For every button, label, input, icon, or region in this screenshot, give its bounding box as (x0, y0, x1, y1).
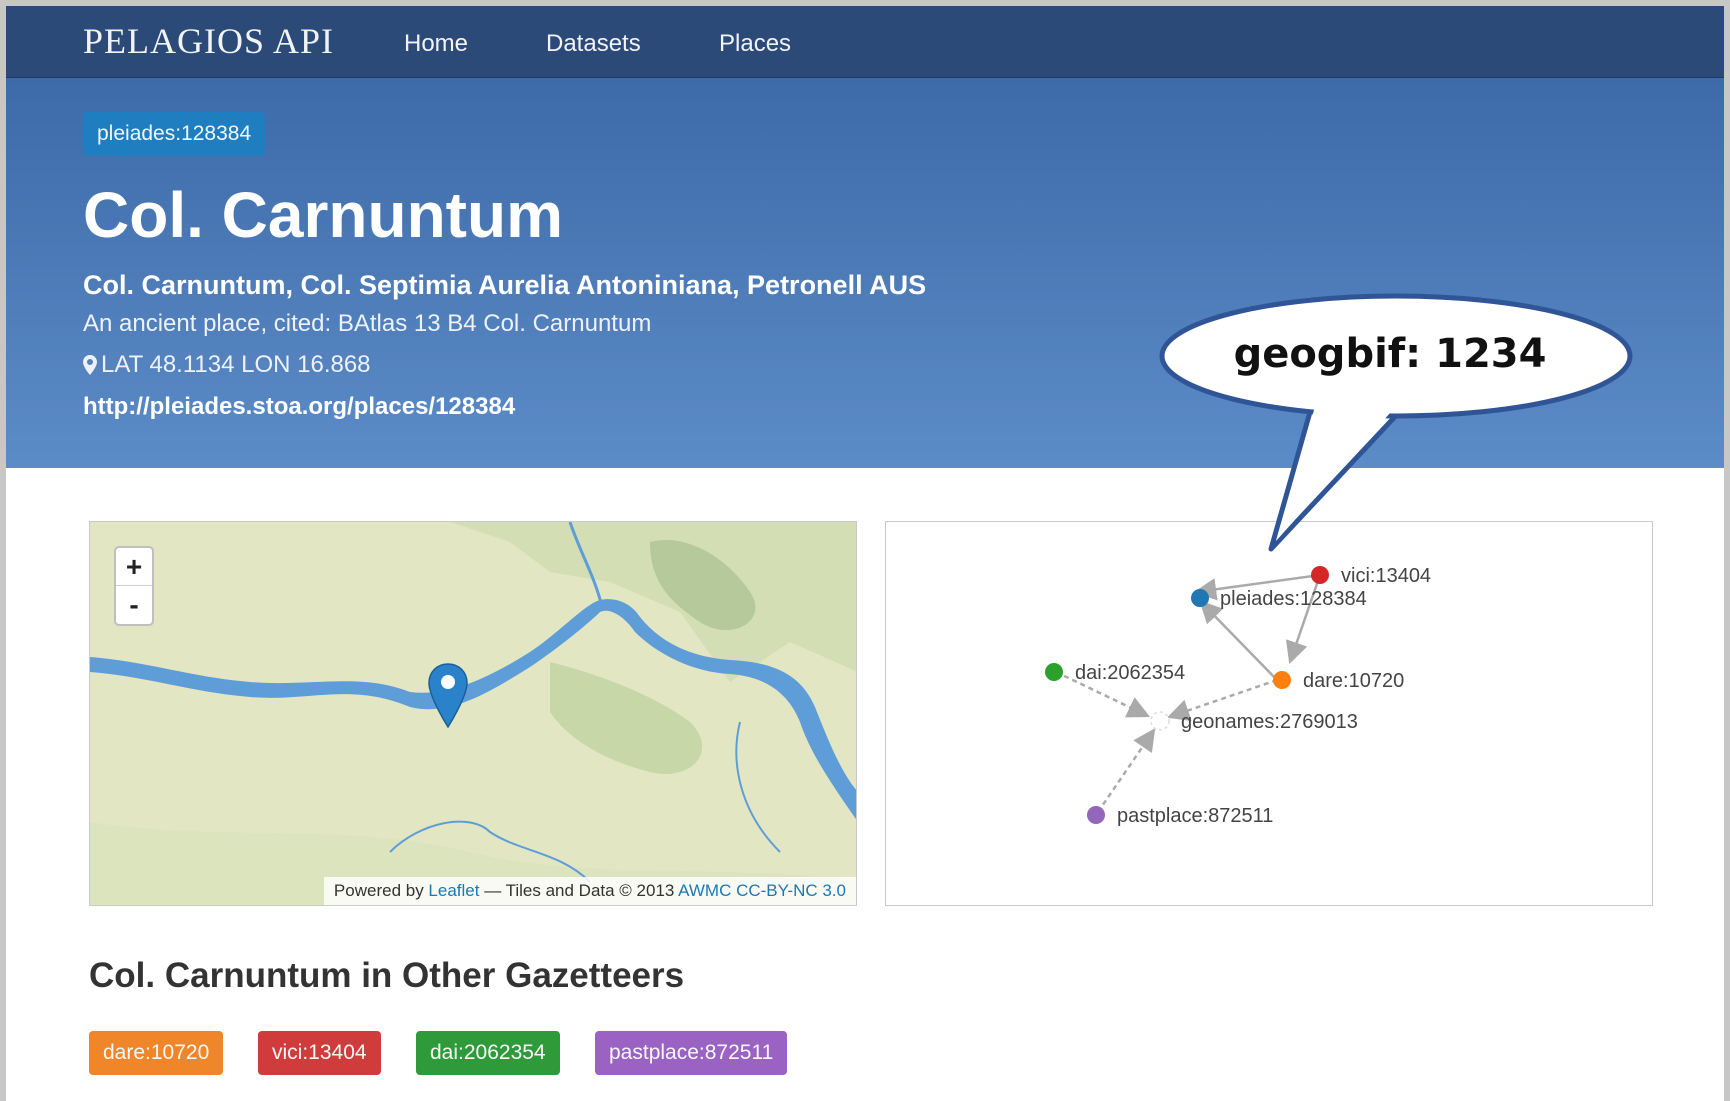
zoom-in-button[interactable]: + (116, 548, 152, 586)
gazetteers-heading: Col. Carnuntum in Other Gazetteers (89, 956, 685, 995)
graph-node-pleiades[interactable] (1191, 589, 1209, 607)
map-attribution: Powered by Leaflet — Tiles and Data © 20… (323, 877, 856, 905)
alternative-names: Col. Carnuntum, Col. Septimia Aurelia An… (83, 270, 927, 300)
attribution-prefix: Powered by (333, 881, 429, 900)
edge-dare-pleiades (1199, 600, 1278, 681)
graph-node-label: pastplace:872511 (1117, 805, 1273, 827)
nav-datasets[interactable]: Datasets (546, 30, 641, 58)
graph-node-dai[interactable] (1045, 663, 1063, 681)
gazetteer-tag-vici[interactable]: vici:13404 (258, 1031, 381, 1075)
leaflet-link[interactable]: Leaflet (428, 881, 479, 900)
navbar: PELAGIOS API Home Datasets Places (6, 6, 1724, 78)
graph-node-label: dare:10720 (1303, 670, 1404, 692)
place-id-badge[interactable]: pleiades:128384 (83, 112, 266, 156)
map-panel[interactable]: + - Powered by Leaflet — Tiles and Data … (89, 521, 857, 906)
place-description: An ancient place, cited: BAtlas 13 B4 Co… (83, 310, 652, 337)
map-tiles (90, 522, 856, 905)
edge-pastplace-geonames (1096, 728, 1156, 813)
map-pin-icon (83, 355, 97, 375)
coordinates: LAT 48.1134 LON 16.868 (83, 351, 371, 379)
zoom-out-button[interactable]: - (116, 586, 152, 624)
map-marker-icon[interactable] (426, 662, 470, 730)
graph-node-label: geonames:2769013 (1181, 711, 1358, 733)
gazetteer-tag-dare[interactable]: dare:10720 (89, 1031, 224, 1075)
zoom-control: + - (114, 546, 154, 626)
gazetteer-tag-pastplace[interactable]: pastplace:872511 (595, 1031, 788, 1075)
page-title: Col. Carnuntum (83, 179, 563, 251)
place-uri-link[interactable]: http://pleiades.stoa.org/places/128384 (83, 393, 515, 421)
graph-node-label: pleiades:128384 (1220, 588, 1367, 610)
nav-home[interactable]: Home (404, 30, 468, 58)
graph-node-geonames[interactable] (1150, 711, 1170, 731)
gazetteer-tag-dai[interactable]: dai:2062354 (416, 1031, 560, 1075)
graph-node-pastplace[interactable] (1087, 806, 1105, 824)
callout-text: geogbif: 1234 (1233, 331, 1547, 377)
coordinates-text: LAT 48.1134 LON 16.868 (101, 351, 371, 378)
browser-frame: PELAGIOS API Home Datasets Places pleiad… (0, 0, 1730, 1101)
graph-node-label: dai:2062354 (1075, 662, 1185, 684)
nav-places[interactable]: Places (719, 30, 791, 58)
graph-node-dare[interactable] (1273, 671, 1291, 689)
attribution-middle: — Tiles and Data © 2013 (479, 881, 679, 900)
license-link[interactable]: AWMC CC-BY-NC 3.0 (678, 881, 846, 900)
brand-logo[interactable]: PELAGIOS API (83, 20, 334, 62)
